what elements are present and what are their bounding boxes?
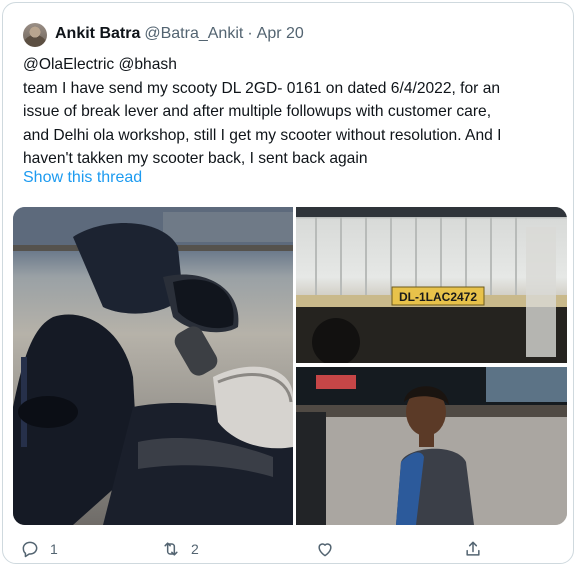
tweet-actions: 1 2 [3, 535, 573, 563]
retweet-count: 2 [191, 541, 199, 557]
tweet-date[interactable]: Apr 20 [257, 25, 304, 42]
show-thread-link[interactable]: Show this thread [23, 169, 142, 187]
truck-illustration: DL-1LAC2472 [296, 207, 567, 363]
truck-number-plate: DL-1LAC2472 [399, 290, 477, 304]
like-button[interactable] [315, 539, 335, 559]
retweet-icon [164, 542, 178, 556]
share-button[interactable] [463, 539, 483, 559]
header-separator: · [247, 25, 253, 42]
tweet-text: @OlaElectric @bhash team I have send my … [23, 53, 563, 171]
tweet-text-line: and Delhi ola workshop, still I get my s… [23, 126, 502, 144]
author-name[interactable]: Ankit Batra [55, 25, 140, 42]
reply-count: 1 [50, 541, 58, 557]
tweet-header: Ankit Batra @Batra_Ankit · Apr 20 [55, 24, 304, 44]
tweet-text-line: issue of break lever and after multiple … [23, 103, 492, 120]
reply-icon [22, 541, 38, 558]
tweet-mentions[interactable]: @OlaElectric @bhash [23, 53, 563, 77]
person-illustration [296, 367, 567, 525]
share-icon [466, 541, 480, 556]
tweet-text-line: team I have send my scooty DL 2GD- 0161 … [23, 79, 501, 97]
reply-button[interactable]: 1 [20, 539, 58, 559]
tweet-text-line: haven't takken my scooter back, I sent b… [23, 150, 368, 167]
photo-person[interactable] [296, 367, 567, 525]
photo-scooter[interactable] [13, 207, 293, 525]
like-icon [318, 543, 332, 557]
tweet-card[interactable]: Ankit Batra @Batra_Ankit · Apr 20 @OlaElect… [2, 2, 574, 564]
scooter-illustration [13, 207, 293, 525]
retweet-button[interactable]: 2 [161, 539, 199, 559]
author-avatar[interactable] [23, 23, 47, 47]
author-handle[interactable]: @Batra_Ankit [144, 25, 243, 42]
photo-truck[interactable]: DL-1LAC2472 [296, 207, 567, 363]
media-grid: DL-1LAC2472 [13, 207, 567, 525]
